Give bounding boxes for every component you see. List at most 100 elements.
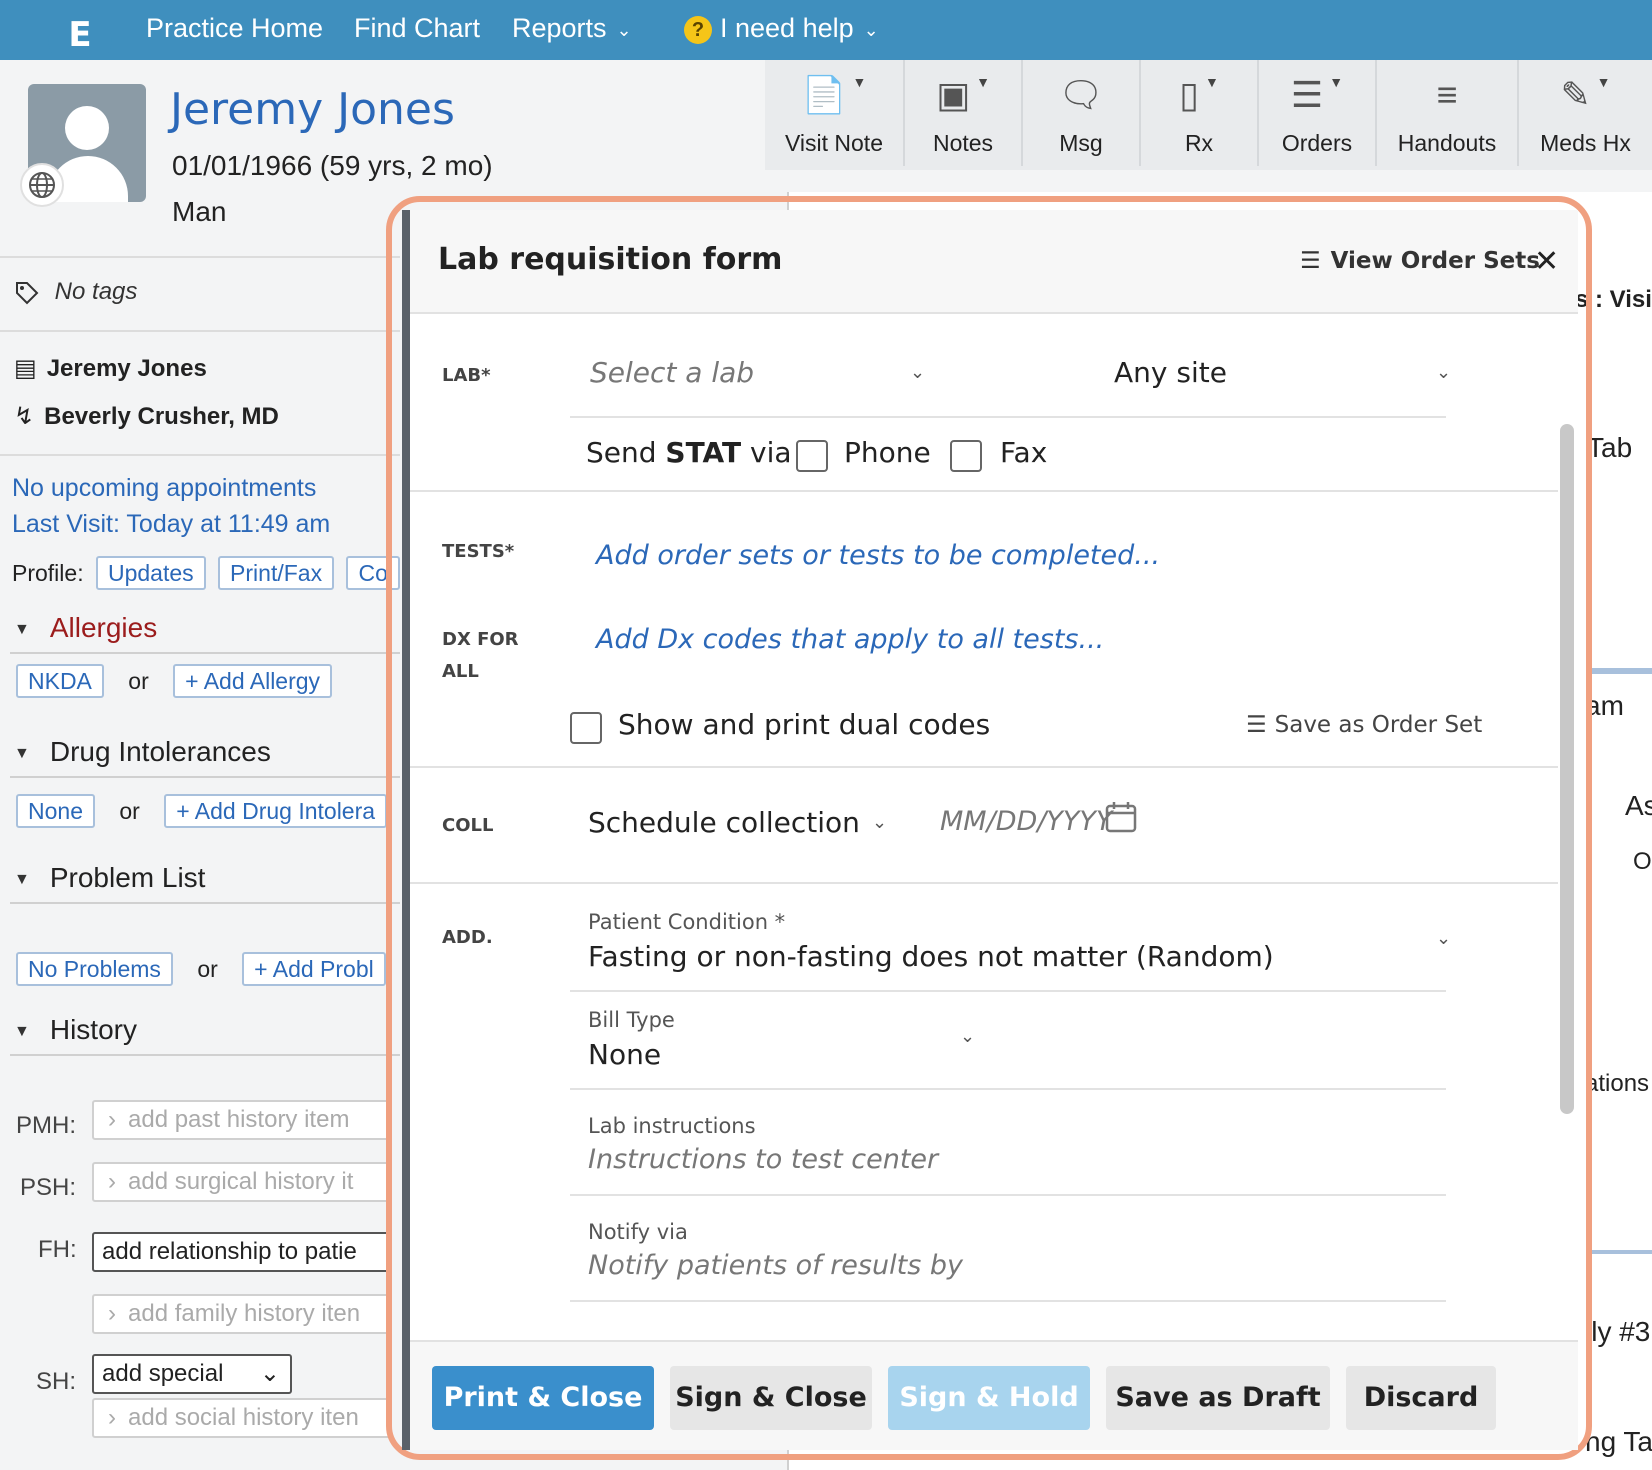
bill-type-select[interactable]: None (588, 1038, 661, 1071)
add-drug-intolerance-button[interactable]: + Add Drug Intolera (164, 794, 388, 828)
visit-note-label: Visit Note (784, 130, 883, 156)
orders-button[interactable]: ☰ ▼ Orders (1259, 60, 1377, 166)
chevron-right-icon: › (108, 1168, 116, 1195)
fax-checkbox[interactable] (950, 440, 982, 472)
patient-condition-select[interactable]: Fasting or non-fasting does not matter (… (588, 940, 1274, 973)
no-problems-button[interactable]: No Problems (16, 952, 173, 986)
tests-label: TESTS* (442, 541, 515, 562)
meds-hx-button[interactable]: ✎ ▼ Meds Hx (1519, 60, 1652, 166)
coll-label: COLL (442, 815, 494, 836)
rx-button[interactable]: ▯ ▼ Rx (1141, 60, 1259, 166)
collection-select[interactable]: Schedule collection (588, 806, 860, 839)
history-header[interactable]: ▼ History (14, 1014, 137, 1046)
note-icon: ▣ ▼ (936, 74, 990, 115)
discard-button[interactable]: Discard (1346, 1366, 1496, 1430)
nav-help[interactable]: ? I need help ⌄ (684, 10, 879, 48)
pmh-input[interactable]: › add past history item (92, 1100, 392, 1140)
dx-codes-input[interactable]: Add Dx codes that apply to all tests... (596, 624, 1104, 655)
chevron-down-icon[interactable]: ⌄ (1436, 362, 1451, 383)
add-allergy-button[interactable]: + Add Allergy (173, 664, 333, 698)
profile-row: Profile: Updates Print/Fax Co (12, 556, 400, 590)
visit-note-button[interactable]: 📄 ▼ Visit Note (765, 60, 905, 166)
dual-codes-checkbox[interactable] (570, 712, 602, 744)
handouts-button[interactable]: ≡ Handouts (1377, 60, 1519, 166)
patient-sex: Man (172, 196, 227, 227)
scrollbar[interactable] (1560, 424, 1574, 1114)
profile-updates-button[interactable]: Updates (95, 556, 206, 590)
view-order-sets-button[interactable]: ☰ View Order Sets (1300, 248, 1540, 274)
handouts-label: Handouts (1397, 130, 1497, 156)
phone-checkbox[interactable] (796, 440, 828, 472)
upcoming-appointments-link[interactable]: No upcoming appointments (12, 474, 316, 503)
notify-via-input[interactable]: Notify patients of results by (588, 1250, 963, 1281)
sh-select[interactable]: add special ⌄ (92, 1354, 292, 1394)
chevron-right-icon: › (108, 1404, 116, 1431)
fh-input[interactable]: › add family history iten (92, 1294, 392, 1334)
calendar-icon[interactable] (1104, 800, 1138, 841)
pmh-label: PMH: (16, 1112, 76, 1139)
send-stat-suffix: via (741, 436, 792, 469)
patient-dob: 01/01/1966 (59 yrs, 2 mo) (172, 150, 493, 181)
chevron-down-icon: ⌄ (863, 19, 879, 40)
psh-input[interactable]: › add surgical history it (92, 1162, 392, 1202)
document-icon: 📄 ▼ (801, 74, 867, 115)
chevron-down-icon[interactable]: ⌄ (910, 362, 925, 383)
tests-input[interactable]: Add order sets or tests to be completed.… (596, 540, 1160, 571)
drug-none-button[interactable]: None (16, 794, 95, 828)
last-visit-link[interactable]: Last Visit: Today at 11:49 am (12, 510, 330, 539)
dialog-header: Lab requisition form ☰ View Order Sets ✕ (410, 210, 1578, 314)
msg-button[interactable]: 🗨 Msg (1023, 60, 1141, 166)
profile-printfax-button[interactable]: Print/Fax (218, 556, 335, 590)
care-patient-label: Jeremy Jones (46, 355, 207, 382)
care-provider-label: Beverly Crusher, MD (44, 403, 279, 430)
dx-label-line2: ALL (442, 661, 479, 682)
lab-instructions-input[interactable]: Instructions to test center (588, 1144, 938, 1175)
collection-date-input[interactable]: MM/DD/YYYY (940, 806, 1112, 837)
problem-list-header[interactable]: ▼ Problem List (14, 862, 205, 894)
chevron-down-icon[interactable]: ⌄ (872, 812, 887, 833)
stethoscope-icon: ↯ (14, 403, 35, 430)
patient-condition-label: Patient Condition * (588, 910, 786, 934)
lab-select[interactable]: Select a lab (590, 356, 754, 389)
collapse-triangle-icon: ▼ (14, 1022, 30, 1040)
save-as-order-set-button[interactable]: ☰ Save as Order Set (1246, 712, 1482, 738)
drug-intolerances-header[interactable]: ▼ Drug Intolerances (14, 736, 271, 768)
print-close-button[interactable]: Print & Close (432, 1366, 654, 1430)
chevron-down-icon[interactable]: ⌄ (960, 1026, 975, 1047)
lab-requisition-dialog: Lab requisition form ☰ View Order Sets ✕ … (402, 210, 1578, 1450)
care-patient: ▤ Jeremy Jones (14, 354, 207, 383)
allergies-row: NKDA or + Add Allergy (16, 664, 333, 698)
list-icon: ☰ ▼ (1290, 74, 1344, 115)
save-as-draft-button[interactable]: Save as Draft (1106, 1366, 1330, 1430)
sign-close-button[interactable]: Sign & Close (670, 1366, 872, 1430)
fh-relationship-input[interactable]: add relationship to patie (92, 1232, 392, 1272)
site-select[interactable]: Any site (1114, 356, 1227, 389)
nav-reports-label: Reports (512, 13, 607, 43)
nav-reports[interactable]: Reports ⌄ (512, 10, 632, 48)
add-problem-button[interactable]: + Add Probl (242, 952, 386, 986)
nav-practice-home[interactable]: Practice Home (146, 10, 323, 46)
pill-icon: ▯ ▼ (1179, 74, 1219, 115)
bg-ily: ily #3 (1585, 1316, 1651, 1347)
sign-hold-button[interactable]: Sign & Hold (888, 1366, 1090, 1430)
chevron-down-icon[interactable]: ⌄ (1436, 928, 1451, 949)
nav-find-chart[interactable]: Find Chart (354, 10, 480, 46)
send-stat-bold: STAT (665, 436, 742, 469)
globe-icon[interactable] (20, 163, 64, 207)
dual-codes-label: Show and print dual codes (618, 708, 991, 741)
lab-label: LAB* (442, 365, 491, 386)
sh-input[interactable]: › add social history iten (92, 1398, 392, 1438)
help-icon: ? (684, 15, 712, 44)
allergies-header[interactable]: ▼ Allergies (14, 612, 157, 644)
patient-name[interactable]: Jeremy Jones (170, 84, 455, 135)
notes-button[interactable]: ▣ ▼ Notes (905, 60, 1023, 166)
nkda-button[interactable]: NKDA (16, 664, 104, 698)
msg-label: Msg (1059, 130, 1103, 156)
orders-label: Orders (1281, 130, 1353, 156)
chevron-right-icon: › (108, 1106, 116, 1133)
tags-label: No tags (54, 278, 138, 305)
sh-select-value: add special (102, 1360, 224, 1387)
tags-row[interactable]: No tags (14, 278, 137, 306)
close-icon[interactable]: ✕ (1534, 244, 1559, 279)
collapse-triangle-icon: ▼ (14, 870, 30, 888)
